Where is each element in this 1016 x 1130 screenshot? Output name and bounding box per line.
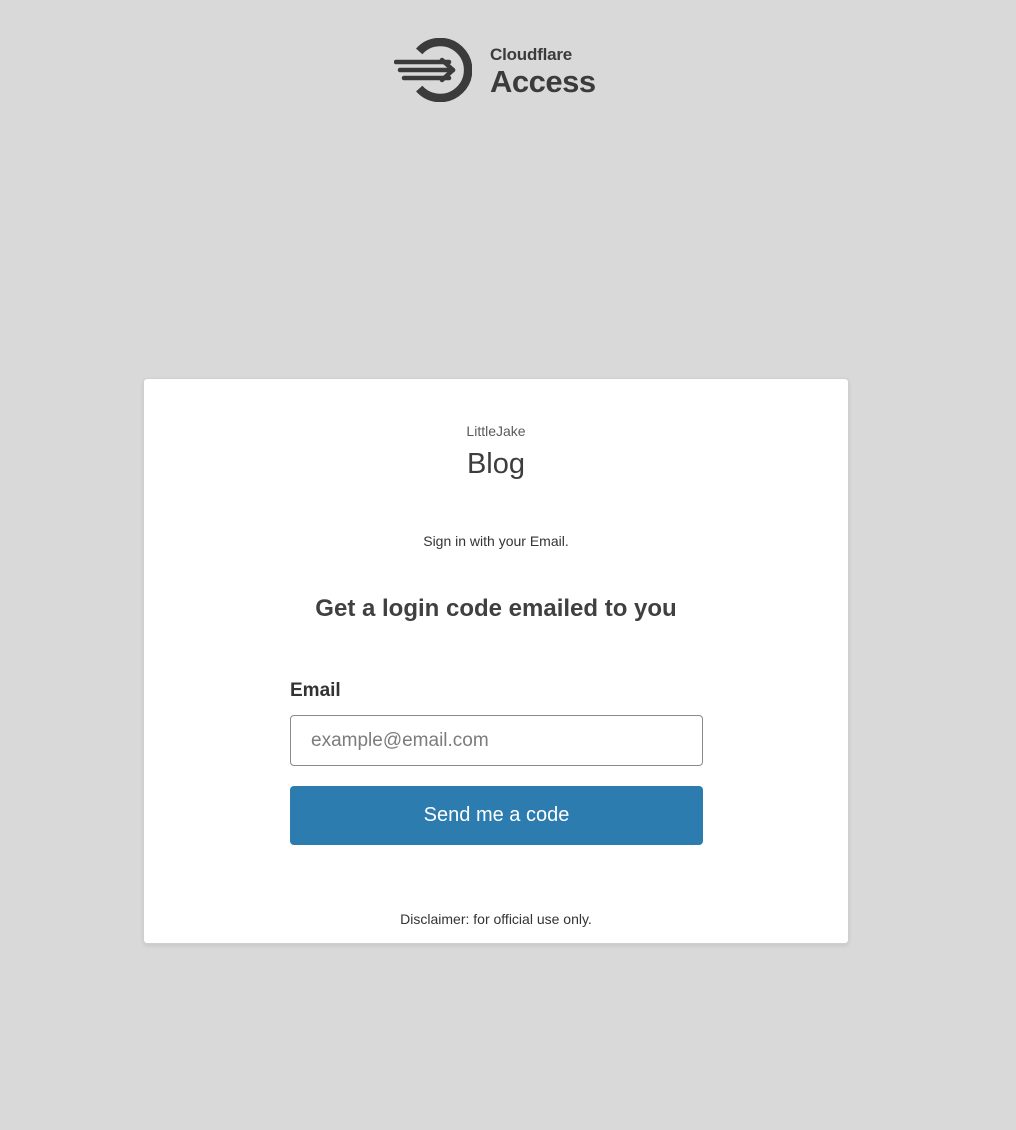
logo-text: Cloudflare Access [490, 44, 596, 97]
sign-in-instruction: Sign in with your Email. [423, 533, 569, 549]
logo-brand-name: Cloudflare [490, 44, 573, 64]
email-input[interactable] [290, 715, 703, 766]
disclaimer-text: Disclaimer: for official use only. [400, 911, 592, 927]
cloudflare-access-logo: Cloudflare Access [394, 38, 604, 102]
logo-product-name: Access [490, 63, 596, 99]
login-code-heading: Get a login code emailed to you [315, 595, 677, 622]
email-label: Email [290, 680, 341, 701]
cloudflare-access-logo-icon [394, 38, 472, 102]
send-code-button[interactable]: Send me a code [290, 786, 703, 845]
login-card: LittleJake Blog Sign in with your Email.… [143, 378, 849, 944]
organization-name: LittleJake [466, 423, 526, 439]
application-name: Blog [466, 448, 526, 480]
